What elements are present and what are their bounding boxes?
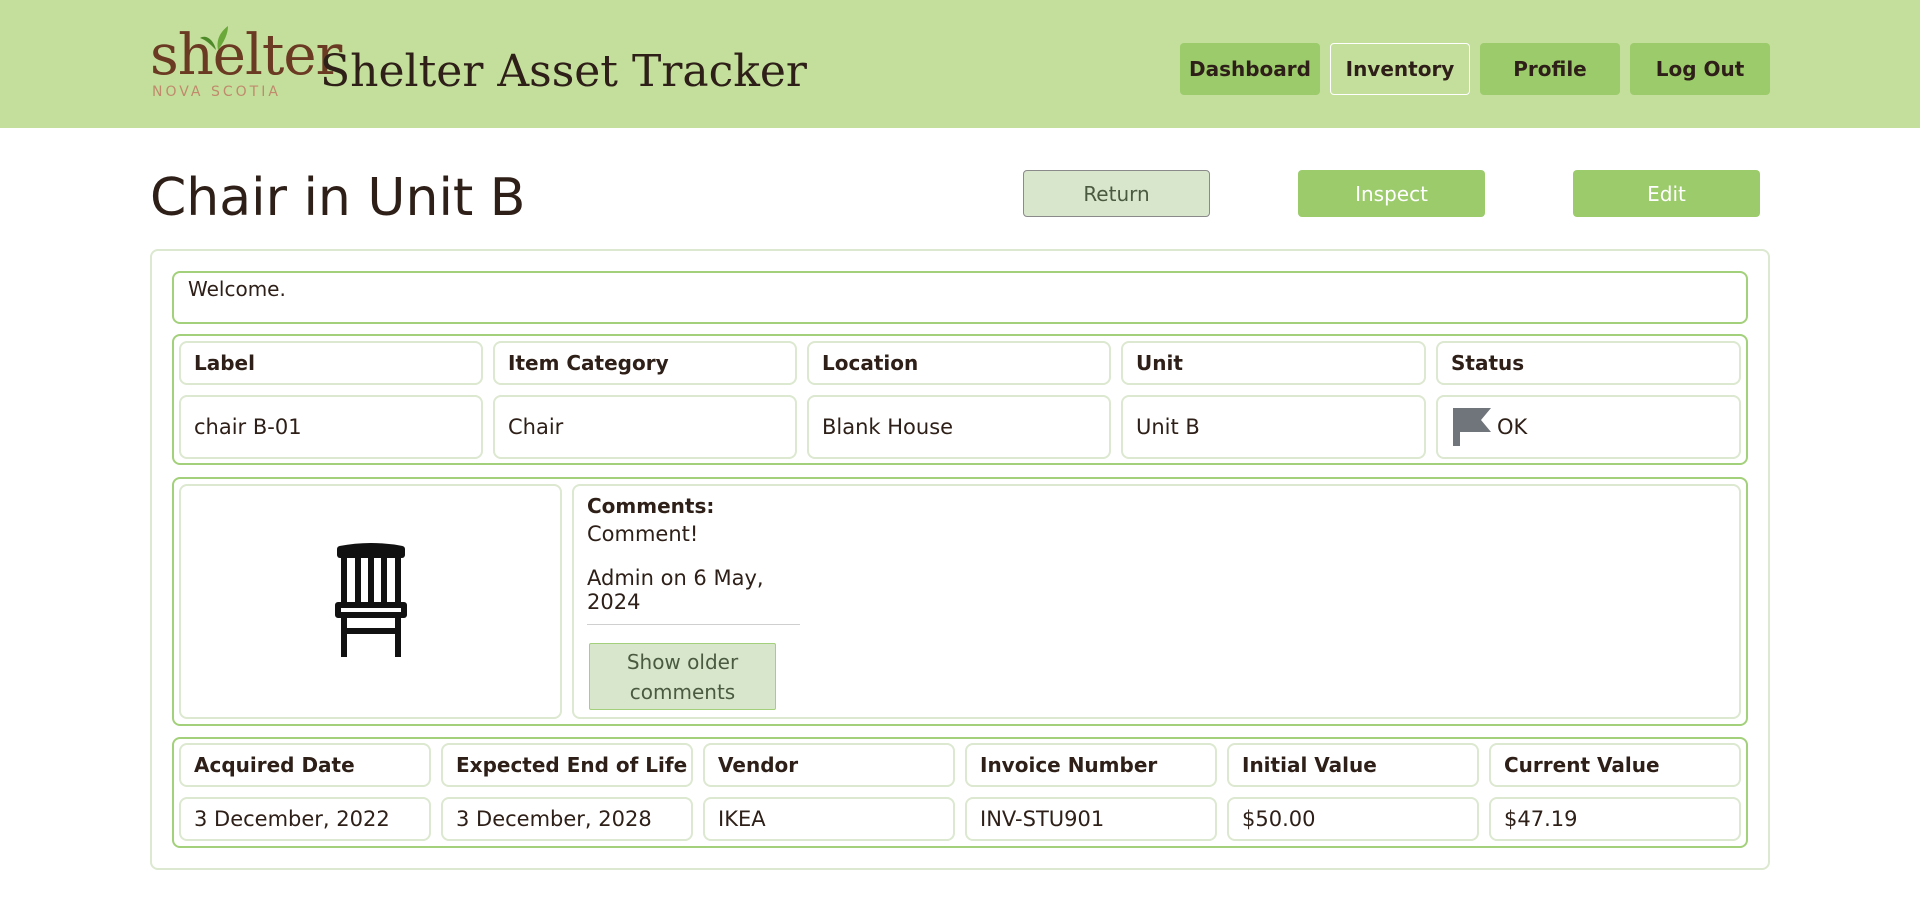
- end-of-life-header: Expected End of Life: [441, 743, 693, 787]
- page-title: Chair in Unit B: [150, 168, 526, 228]
- app-title: Shelter Asset Tracker: [320, 46, 807, 97]
- logo-wordmark: shelter: [150, 23, 342, 88]
- unit-value: Unit B: [1121, 395, 1426, 459]
- item-category-header: Item Category: [493, 341, 797, 385]
- vendor-value: IKEA: [703, 797, 955, 841]
- current-value-value: $47.19: [1489, 797, 1741, 841]
- acquired-date-value: 3 December, 2022: [179, 797, 431, 841]
- status-header: Status: [1436, 341, 1741, 385]
- label-value: chair B-01: [179, 395, 483, 459]
- invoice-number-header: Invoice Number: [965, 743, 1217, 787]
- unit-header: Unit: [1121, 341, 1426, 385]
- comment-meta: Admin on 6 May, 2024: [587, 566, 800, 625]
- edit-button[interactable]: Edit: [1573, 170, 1760, 217]
- chair-icon: [334, 542, 407, 657]
- location-header: Location: [807, 341, 1111, 385]
- end-of-life-value: 3 December, 2028: [441, 797, 693, 841]
- welcome-message: Welcome.: [172, 271, 1748, 324]
- item-image: [179, 484, 562, 719]
- current-value-header: Current Value: [1489, 743, 1741, 787]
- nav-profile-button[interactable]: Profile: [1480, 43, 1620, 95]
- nav-logout-button[interactable]: Log Out: [1630, 43, 1770, 95]
- vendor-header: Vendor: [703, 743, 955, 787]
- shelter-logo[interactable]: shelter NOVA SCOTIA: [150, 22, 342, 104]
- flag-icon: [1453, 408, 1491, 446]
- status-value: OK: [1436, 395, 1741, 459]
- label-header: Label: [179, 341, 483, 385]
- initial-value-header: Initial Value: [1227, 743, 1479, 787]
- item-category-value: Chair: [493, 395, 797, 459]
- nav-inventory-button[interactable]: Inventory: [1330, 43, 1470, 95]
- invoice-number-value: INV-STU901: [965, 797, 1217, 841]
- comments-title: Comments:: [587, 494, 715, 518]
- acquired-date-header: Acquired Date: [179, 743, 431, 787]
- logo-subtitle: NOVA SCOTIA: [152, 84, 281, 100]
- inspect-button[interactable]: Inspect: [1298, 170, 1485, 217]
- location-value: Blank House: [807, 395, 1111, 459]
- app-header: shelter NOVA SCOTIA Shelter Asset Tracke…: [0, 0, 1920, 128]
- return-button[interactable]: Return: [1023, 170, 1210, 217]
- show-older-comments-button[interactable]: Show older comments: [589, 643, 776, 710]
- nav-dashboard-button[interactable]: Dashboard: [1180, 43, 1320, 95]
- status-text: OK: [1497, 415, 1528, 439]
- initial-value-value: $50.00: [1227, 797, 1479, 841]
- comment-text: Comment!: [587, 522, 699, 546]
